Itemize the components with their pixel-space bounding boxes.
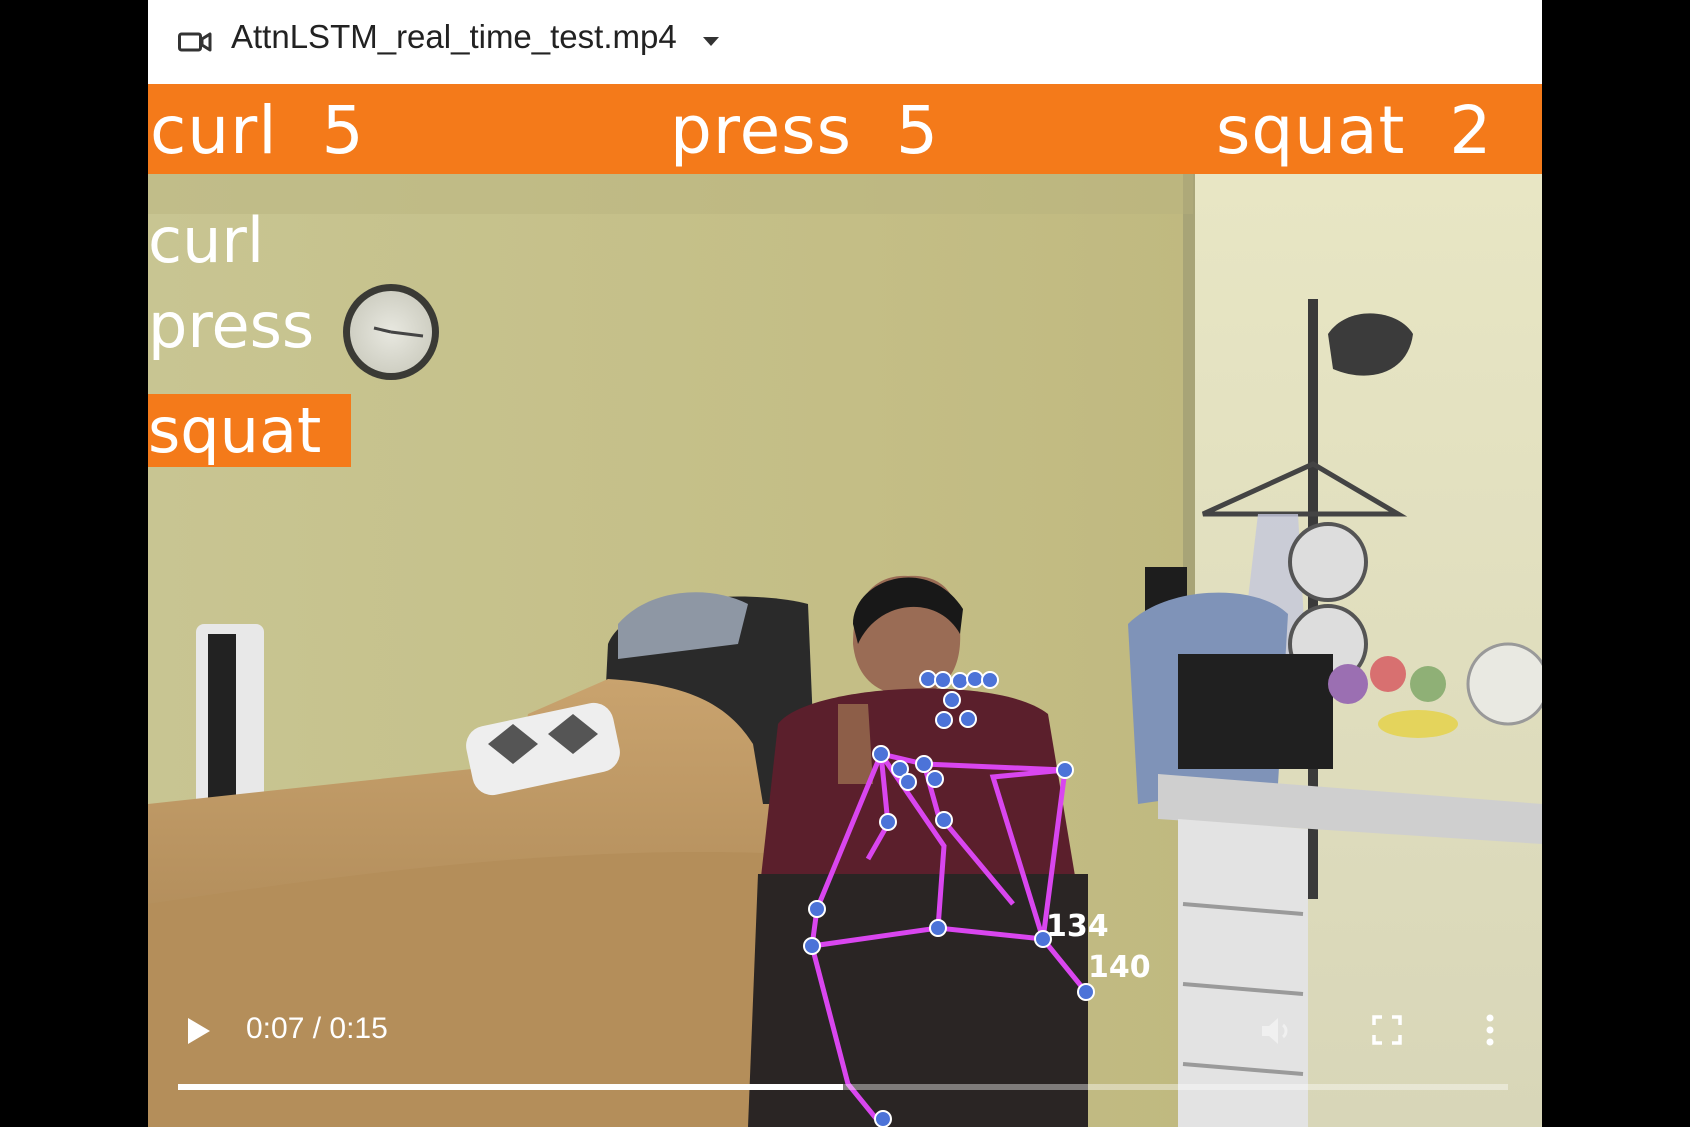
progress-fill: [178, 1084, 843, 1090]
play-icon[interactable]: [186, 1016, 212, 1046]
volume-icon[interactable]: [1260, 1015, 1296, 1047]
chevron-down-icon[interactable]: [703, 37, 719, 46]
video-player: AttnLSTM_real_time_test.mp4 curl 5 press…: [148, 0, 1542, 1127]
pose-skeleton: [803, 670, 1095, 1127]
more-vertical-icon[interactable]: [1484, 1014, 1496, 1046]
video-camera-icon: [178, 32, 212, 52]
progress-bar[interactable]: [178, 1084, 1508, 1090]
video-frame[interactable]: curl 5 press 5 squat 2 curl press squat: [148, 84, 1542, 1127]
angle-label: 140: [1088, 950, 1151, 985]
file-name: AttnLSTM_real_time_test.mp4: [231, 18, 677, 55]
file-header: AttnLSTM_real_time_test.mp4: [148, 0, 1542, 84]
fullscreen-icon[interactable]: [1372, 1015, 1402, 1045]
time-display: 0:07 / 0:15: [246, 1012, 388, 1045]
angle-label: 134: [1046, 909, 1109, 944]
